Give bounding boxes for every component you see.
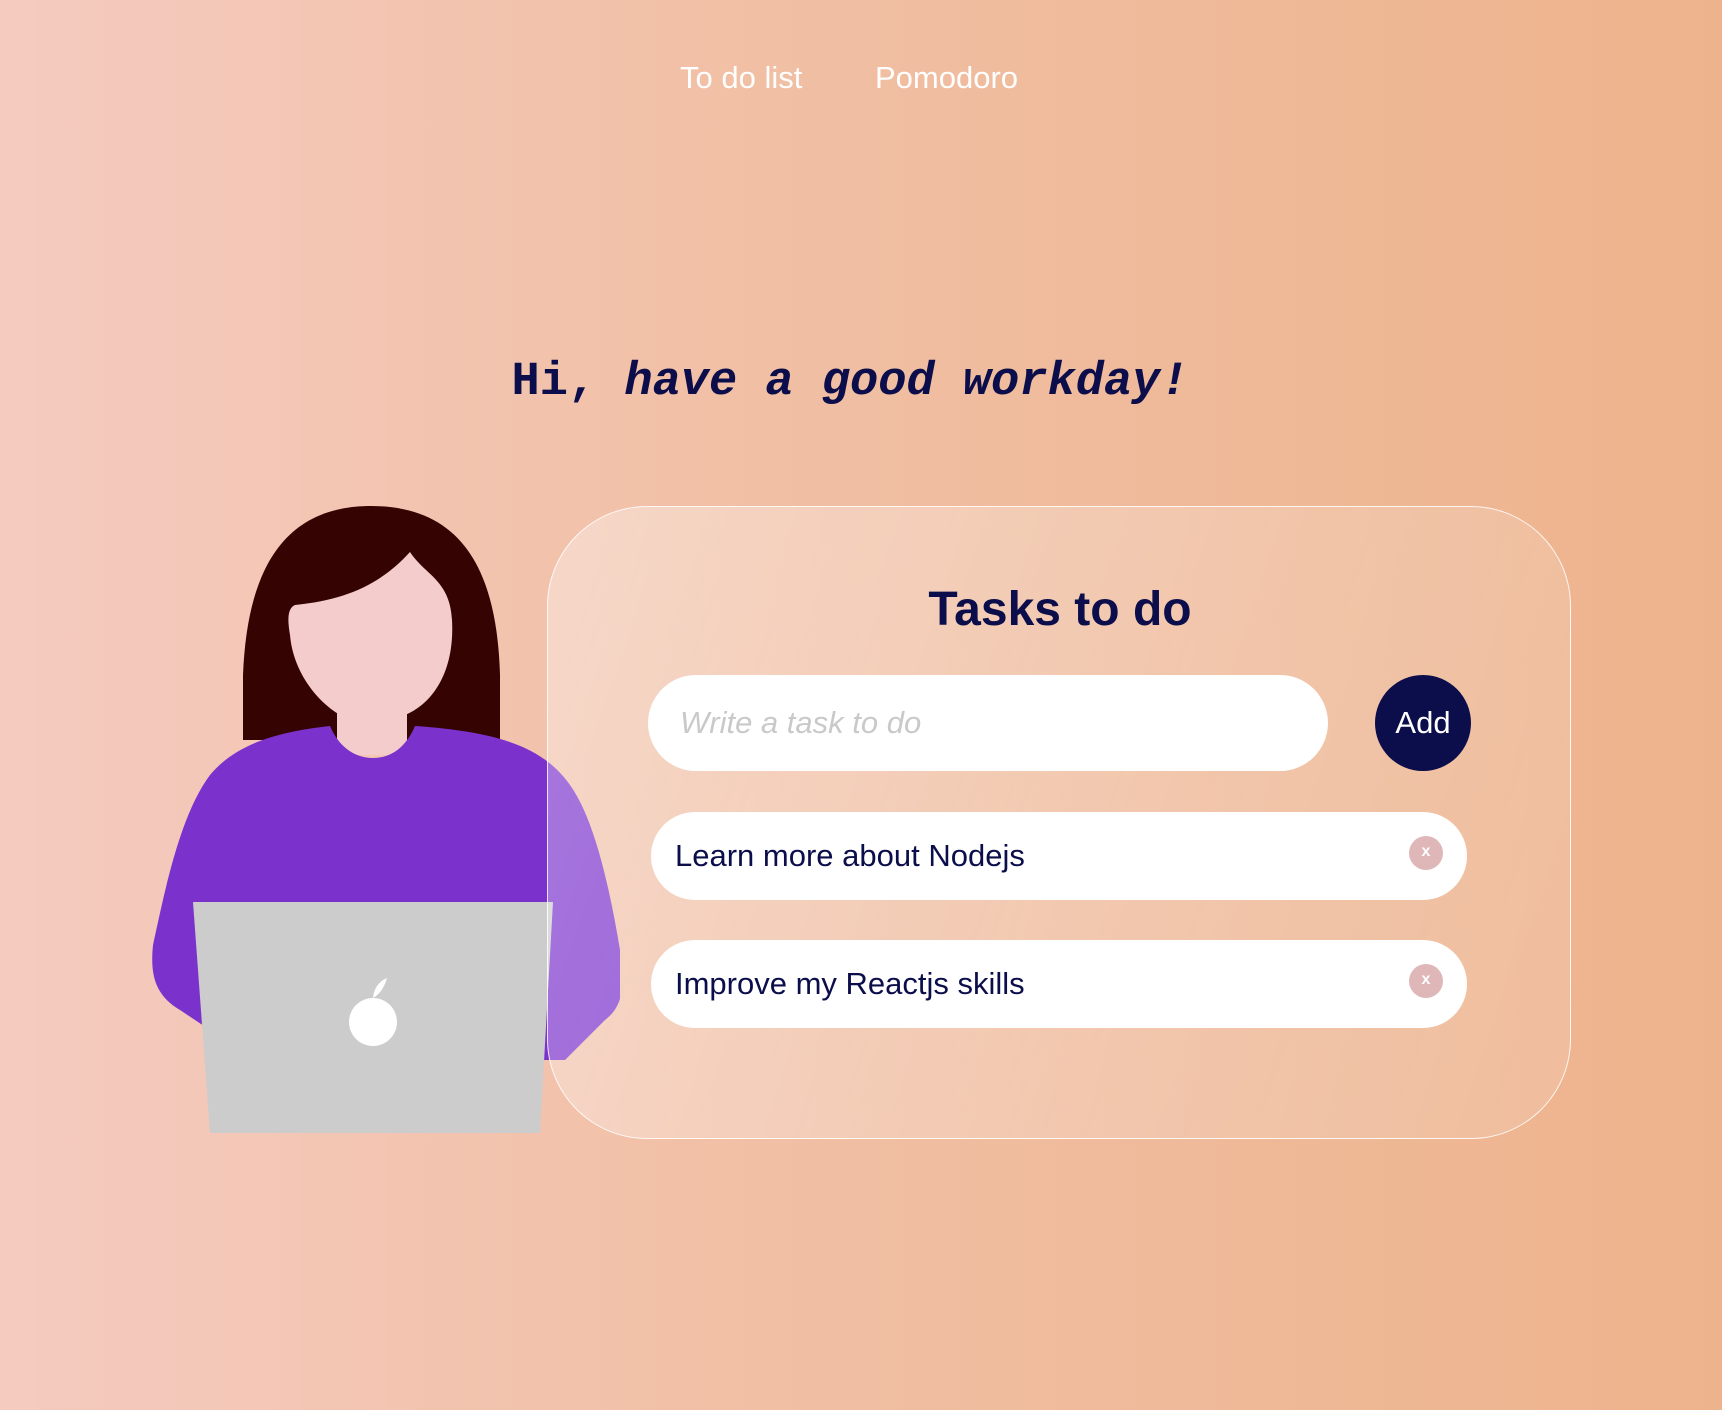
task-input[interactable] bbox=[648, 675, 1328, 771]
woman-working-illustration bbox=[152, 506, 620, 1133]
greeting-hi: Hi, bbox=[511, 356, 597, 409]
nav-link-pomodoro[interactable]: Pomodoro bbox=[875, 60, 1018, 96]
task-list: Learn more about Nodejs x Improve my Rea… bbox=[651, 812, 1467, 1068]
add-task-button[interactable]: Add bbox=[1375, 675, 1471, 771]
task-item: Improve my Reactjs skills x bbox=[651, 940, 1467, 1028]
tasks-card-title: Tasks to do bbox=[928, 583, 1192, 636]
nav-link-to-do-list[interactable]: To do list bbox=[680, 60, 802, 96]
greeting-heading: Hi, have a good workday! bbox=[0, 356, 1700, 409]
top-nav: To do list Pomodoro bbox=[0, 52, 1722, 102]
tasks-card: Tasks to do Add Learn more about Nodejs … bbox=[547, 506, 1571, 1139]
apple-logo-icon bbox=[349, 998, 397, 1046]
task-item-text: Improve my Reactjs skills bbox=[675, 966, 1025, 1001]
greeting-message: have a good workday! bbox=[624, 356, 1189, 409]
delete-task-button[interactable]: x bbox=[1409, 964, 1443, 998]
delete-task-button[interactable]: x bbox=[1409, 836, 1443, 870]
task-item-text: Learn more about Nodejs bbox=[675, 838, 1025, 873]
task-item: Learn more about Nodejs x bbox=[651, 812, 1467, 900]
